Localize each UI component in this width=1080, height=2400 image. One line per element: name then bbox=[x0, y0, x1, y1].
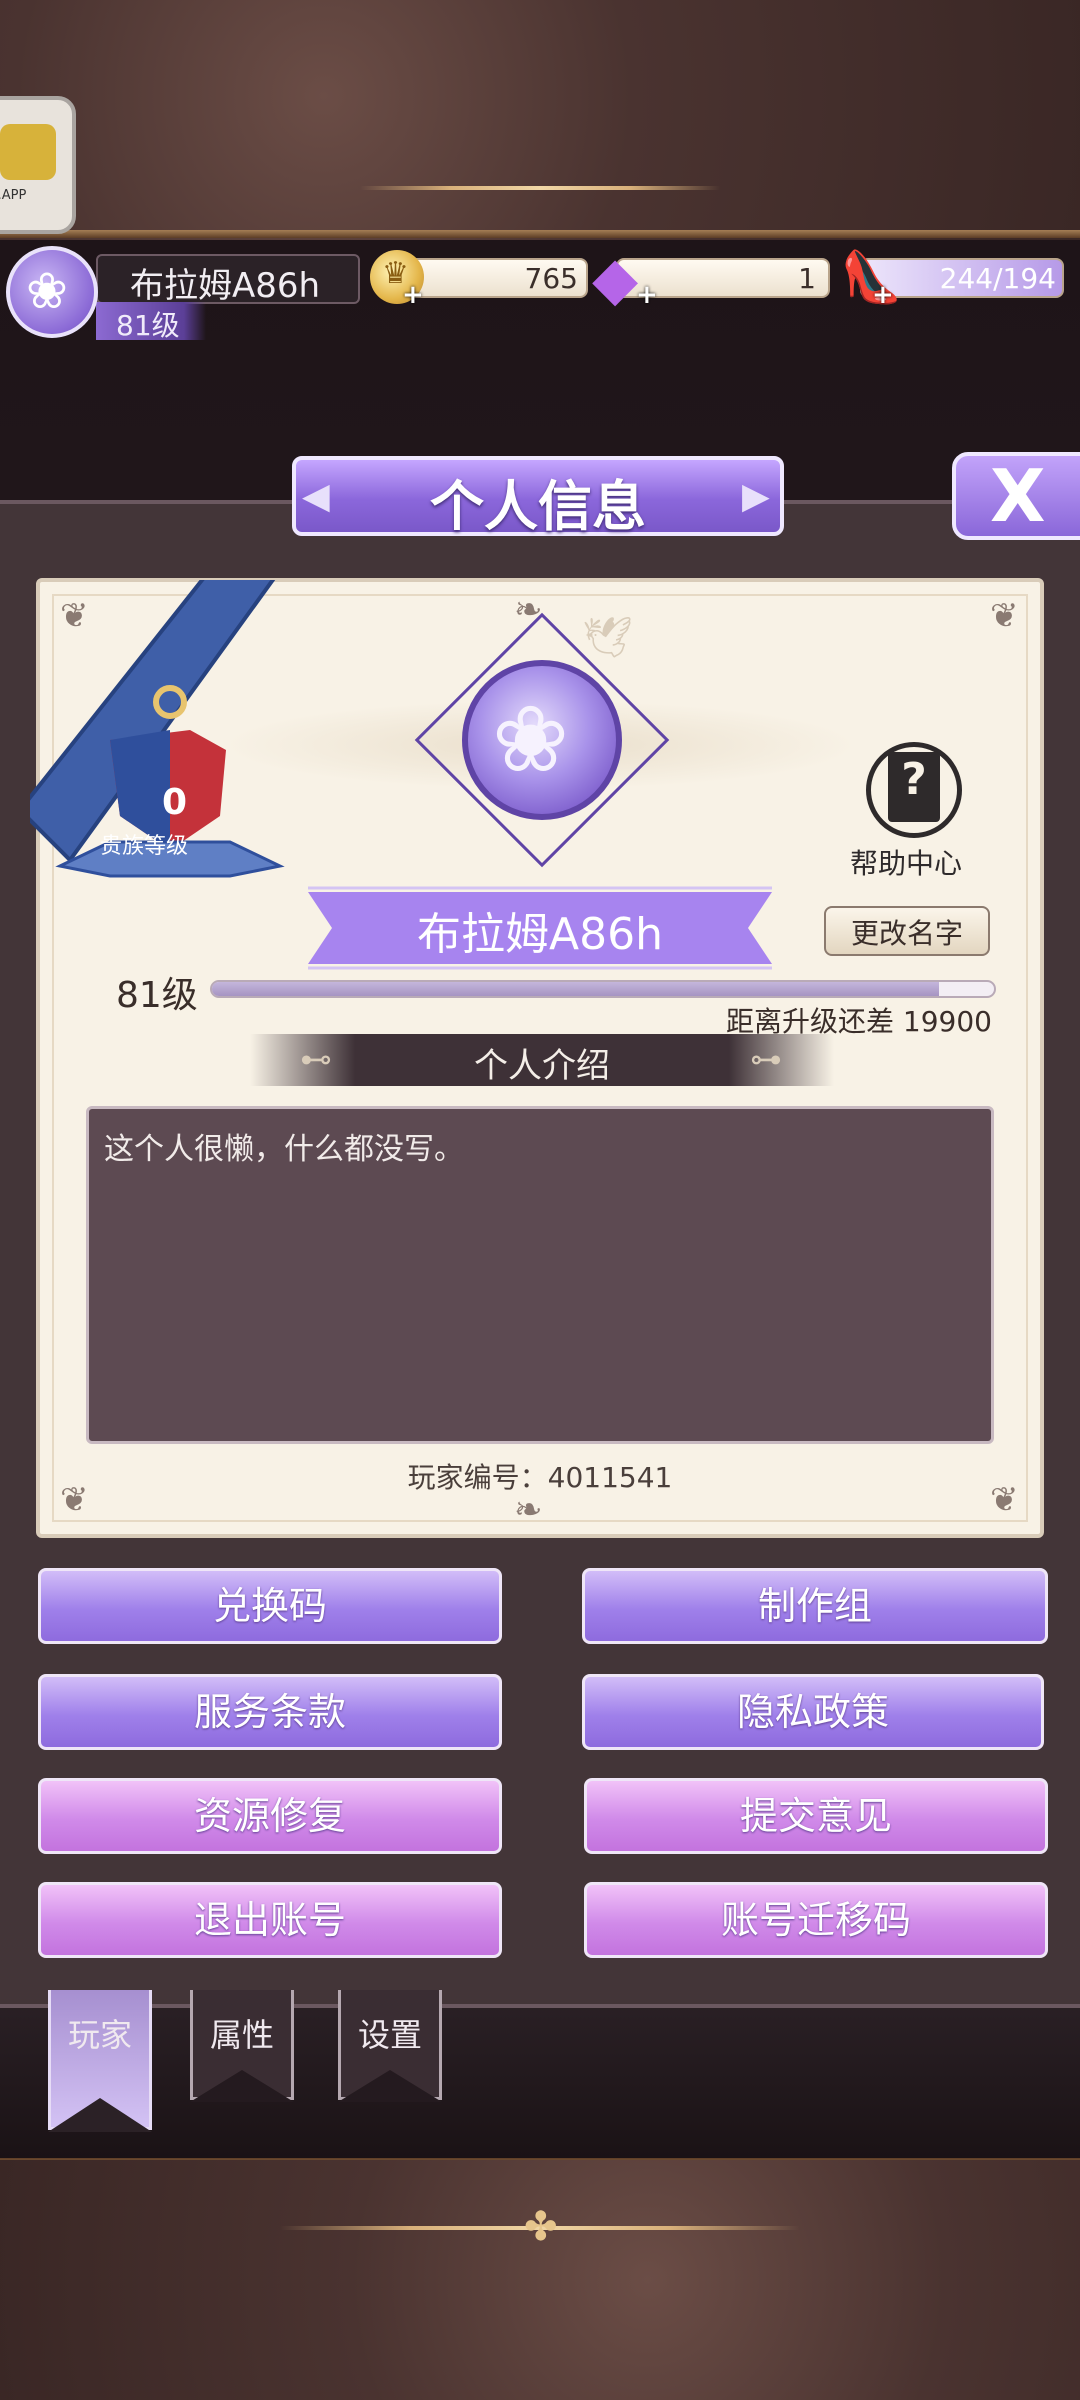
xp-progress-fill bbox=[212, 982, 940, 996]
bottom-center-flourish-icon: ❧ bbox=[514, 1490, 543, 1530]
app-shortcut-icon bbox=[0, 124, 56, 180]
tab-attributes-notch bbox=[190, 2070, 294, 2102]
corner-flourish-icon: ❦ bbox=[60, 1480, 89, 1520]
player-level: 81级 bbox=[116, 309, 180, 342]
tab-settings-notch bbox=[338, 2070, 442, 2102]
add-stamina-icon[interactable]: + bbox=[872, 280, 894, 310]
redeem-code-label: 兑换码 bbox=[212, 1584, 327, 1628]
xp-progress-bar bbox=[210, 980, 996, 998]
nobility-level: 0 bbox=[162, 782, 188, 823]
top-decorative-band bbox=[0, 0, 1080, 240]
player-id: 玩家编号：4011541 bbox=[407, 1461, 673, 1494]
stamina-amount: 244/194 bbox=[939, 262, 1056, 295]
tab-player-notch bbox=[48, 2098, 152, 2132]
top-band-border bbox=[0, 230, 1080, 238]
tab-attributes-label: 属性 bbox=[209, 2016, 274, 2054]
tab-settings-label: 设置 bbox=[357, 2016, 422, 2054]
feedback-label: 提交意见 bbox=[739, 1794, 892, 1838]
privacy-label: 隐私政策 bbox=[736, 1690, 889, 1734]
tab-strip-background bbox=[0, 1992, 1080, 2160]
rose-icon: ❀ bbox=[26, 262, 68, 320]
diamond-amount: 1 bbox=[798, 262, 816, 295]
terms-label: 服务条款 bbox=[193, 1690, 346, 1734]
intro-title: 个人介绍 bbox=[474, 1046, 610, 1086]
add-diamond-icon[interactable]: + bbox=[636, 280, 658, 310]
tab-player-label: 玩家 bbox=[67, 2016, 132, 2054]
diamond-icon: ◆ bbox=[592, 244, 639, 314]
top-ornament bbox=[360, 186, 720, 190]
nobility-label: 贵族等级 bbox=[100, 834, 189, 859]
profile-level: 81级 bbox=[116, 975, 198, 1016]
corner-flourish-icon: ❦ bbox=[990, 1480, 1019, 1520]
intro-text: 这个人很懒，什么都没写。 bbox=[104, 1132, 464, 1167]
rose-avatar-icon: ❀ bbox=[492, 686, 570, 793]
page-title: 个人信息 bbox=[430, 474, 646, 538]
player-name: 布拉姆A86h bbox=[130, 266, 321, 306]
add-gold-icon[interactable]: + bbox=[402, 280, 424, 310]
gold-amount: 765 bbox=[524, 262, 578, 295]
app-shortcut[interactable]: i.APP bbox=[0, 96, 76, 234]
profile-name: 布拉姆A86h bbox=[417, 909, 663, 960]
bottom-decorative-band bbox=[0, 2160, 1080, 2400]
close-icon[interactable]: X bbox=[990, 454, 1046, 538]
logout-label: 退出账号 bbox=[193, 1898, 346, 1942]
corner-flourish-icon: ❦ bbox=[990, 596, 1019, 636]
migration-code-label: 账号迁移码 bbox=[720, 1898, 911, 1942]
help-center-label[interactable]: 帮助中心 bbox=[850, 842, 962, 882]
help-question-icon: ? bbox=[901, 754, 927, 805]
rename-button-label[interactable]: 更改名字 bbox=[824, 912, 990, 952]
resource-repair-label: 资源修复 bbox=[193, 1794, 346, 1838]
credits-label: 制作组 bbox=[757, 1584, 872, 1628]
bird-icon: 🕊 bbox=[582, 615, 633, 661]
app-shortcut-label: i.APP bbox=[0, 188, 27, 203]
bottom-ornament-center-icon: ✤ bbox=[524, 2204, 558, 2250]
